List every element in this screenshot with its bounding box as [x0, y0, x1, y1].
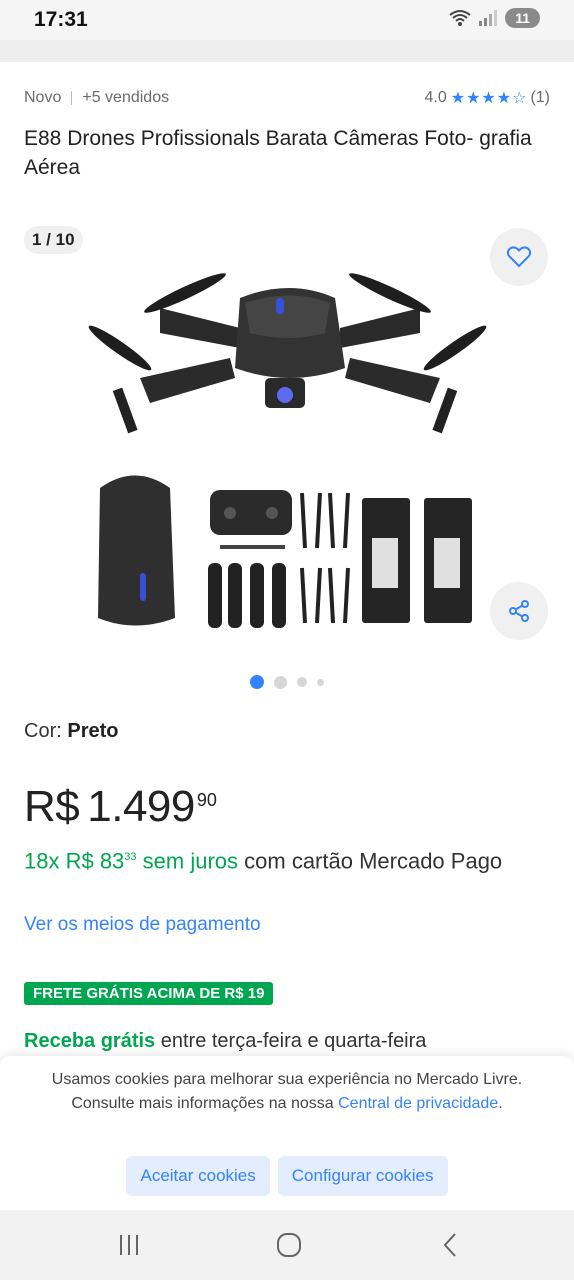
delivery-highlight: Receba grátis — [24, 1030, 156, 1052]
delivery-info: Receba grátis entre terça-feira e quarta… — [24, 1030, 426, 1053]
product-meta-row: Novo +5 vendidos 4.0 ★ ★ ★ ★ ☆ (1) — [24, 88, 550, 108]
status-bar: 17:31 11 — [0, 0, 574, 40]
product-meta-left: Novo +5 vendidos — [24, 88, 169, 108]
status-time: 17:31 — [34, 8, 88, 31]
gallery-dot-active[interactable] — [250, 675, 264, 689]
cookie-banner: Usamos cookies para melhorar sua experiê… — [0, 1056, 574, 1210]
status-icons: 11 — [449, 8, 540, 28]
top-strip — [0, 40, 574, 62]
installments-prefix: 18x R$ 83 — [24, 848, 125, 874]
installments-rest: com cartão Mercado Pago — [238, 848, 503, 874]
price-cents: 90 — [196, 790, 217, 810]
star-icon: ★ — [496, 90, 512, 107]
star-empty-icon: ☆ — [512, 90, 527, 107]
favorite-button[interactable] — [490, 228, 548, 286]
price: R$ 1.499 90 — [24, 782, 217, 832]
meta-divider — [71, 91, 73, 105]
sold-count: +5 vendidos — [82, 89, 170, 106]
recents-icon[interactable] — [114, 1230, 144, 1260]
review-count: (1) — [530, 89, 550, 106]
rating[interactable]: 4.0 ★ ★ ★ ★ ☆ (1) — [424, 88, 550, 108]
image-counter: 1 / 10 — [24, 226, 83, 254]
cookie-text: Usamos cookies para melhorar sua experiê… — [40, 1068, 534, 1116]
installments: 18x R$ 8333 sem juros com cartão Mercado… — [24, 842, 544, 876]
drone-illustration — [88, 273, 487, 434]
configure-cookies-button[interactable]: Configurar cookies — [277, 1156, 448, 1196]
gallery-dot[interactable] — [274, 675, 287, 689]
price-main: 1.499 — [87, 782, 195, 831]
rating-value: 4.0 — [424, 89, 447, 106]
product-image[interactable] — [80, 238, 500, 648]
share-button[interactable] — [490, 582, 548, 640]
cookie-buttons: Aceitar cookies Configurar cookies — [0, 1156, 574, 1196]
delivery-rest: entre terça-feira e quarta-feira — [155, 1030, 427, 1052]
star-icon: ★ — [466, 90, 481, 107]
share-icon — [509, 600, 529, 622]
color-selector[interactable]: Cor: Preto — [24, 720, 118, 743]
price-currency: R$ — [24, 782, 80, 831]
star-icon: ★ — [481, 90, 496, 107]
accept-cookies-button[interactable]: Aceitar cookies — [126, 1156, 270, 1196]
accessories-illustration — [98, 475, 472, 628]
installments-cents: 33 — [124, 851, 137, 863]
color-label: Cor: — [24, 720, 62, 742]
cookie-text-2: . — [498, 1095, 503, 1112]
payment-methods-link[interactable]: Ver os meios de pagamento — [24, 914, 261, 936]
gallery-dot[interactable] — [317, 678, 324, 686]
heart-icon — [506, 246, 532, 268]
back-icon[interactable] — [436, 1230, 466, 1260]
rating-stars: ★ ★ ★ ★ ☆ — [451, 88, 527, 108]
battery-badge: 11 — [505, 8, 540, 28]
product-gallery[interactable]: 1 / 10 — [0, 218, 574, 668]
signal-icon — [479, 10, 498, 26]
condition-label: Novo — [24, 89, 62, 106]
free-shipping-badge: FRETE GRÁTIS ACIMA DE R$ 19 — [24, 982, 274, 1005]
android-nav-bar — [0, 1210, 574, 1280]
privacy-center-link[interactable]: Central de privacidade — [338, 1095, 498, 1112]
color-value: Preto — [67, 720, 119, 742]
gallery-dots — [0, 675, 574, 689]
wifi-icon — [449, 10, 471, 26]
product-title: E88 Drones Profissionals Barata Câmeras … — [24, 127, 532, 179]
installments-suffix: sem juros — [136, 848, 239, 874]
star-icon: ★ — [450, 90, 466, 107]
home-icon[interactable] — [274, 1230, 304, 1260]
gallery-dot[interactable] — [297, 677, 307, 687]
